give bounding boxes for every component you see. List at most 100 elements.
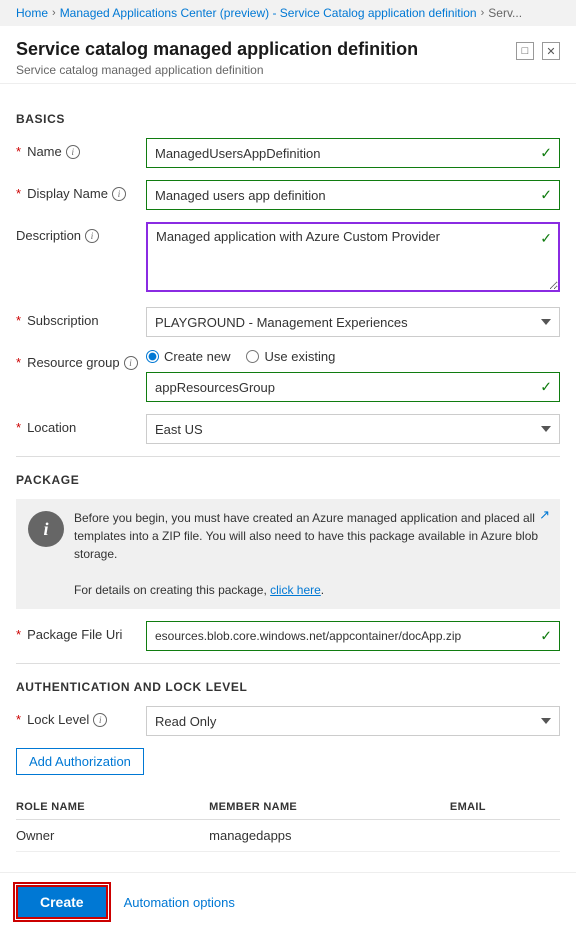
auth-table-head: ROLE NAME MEMBER NAME EMAIL [16, 795, 560, 820]
description-label-text: Description [16, 228, 81, 243]
location-field: East US [146, 414, 560, 444]
description-label: Description i [16, 222, 146, 243]
breadcrumb-managed-apps[interactable]: Managed Applications Center (preview) - … [60, 6, 477, 20]
name-info-icon[interactable]: i [66, 145, 80, 159]
page-title: Service catalog managed application defi… [16, 38, 418, 61]
minimize-button[interactable]: □ [516, 42, 534, 60]
lock-level-row: * Lock Level i Read Only [16, 706, 560, 736]
location-label: * Location [16, 414, 146, 435]
location-label-text: Location [27, 420, 76, 435]
automation-options-link[interactable]: Automation options [124, 895, 235, 910]
package-uri-label: * Package File Uri [16, 621, 146, 642]
rg-create-new-radio[interactable] [146, 350, 159, 363]
col-email: EMAIL [450, 795, 560, 820]
description-info-icon[interactable]: i [85, 229, 99, 243]
uri-required: * [16, 627, 21, 642]
window-title-block: Service catalog managed application defi… [16, 38, 418, 77]
description-row: Description i Managed application with A… [16, 222, 560, 295]
location-select[interactable]: East US [146, 414, 560, 444]
row-role-name: Owner [16, 820, 209, 852]
location-row: * Location East US [16, 414, 560, 444]
resource-group-label: * Resource group i [16, 349, 146, 370]
display-name-row: * Display Name i ✓ [16, 180, 560, 210]
rg-check-icon: ✓ [540, 379, 552, 396]
package-divider [16, 663, 560, 664]
table-row: Owner managedapps [16, 820, 560, 852]
package-uri-input[interactable] [146, 621, 560, 651]
external-link-icon[interactable]: ↗ [539, 507, 550, 523]
rg-info-icon[interactable]: i [124, 356, 138, 370]
breadcrumb-current: Serv... [488, 6, 522, 20]
name-input[interactable] [146, 138, 560, 168]
row-member-name: managedapps [209, 820, 450, 852]
rg-use-existing-label: Use existing [264, 349, 335, 364]
name-required: * [16, 144, 21, 159]
create-button[interactable]: Create [16, 885, 108, 919]
col-member-name: MEMBER NAME [209, 795, 450, 820]
display-name-info-icon[interactable]: i [112, 187, 126, 201]
row-email [450, 820, 560, 852]
display-name-input[interactable] [146, 180, 560, 210]
col-role-name: ROLE NAME [16, 795, 209, 820]
subscription-row: * Subscription PLAYGROUND - Management E… [16, 307, 560, 337]
info-box-main-text: Before you begin, you must have created … [74, 511, 538, 561]
name-label-text: Name [27, 144, 62, 159]
name-field: ✓ [146, 138, 560, 168]
breadcrumb: Home › Managed Applications Center (prev… [0, 0, 576, 26]
lock-level-field: Read Only [146, 706, 560, 736]
resource-group-field: Create new Use existing ✓ [146, 349, 560, 402]
rg-use-existing-option[interactable]: Use existing [246, 349, 335, 364]
bottom-bar: Create Automation options [0, 872, 576, 931]
rg-use-existing-radio[interactable] [246, 350, 259, 363]
display-name-check-icon: ✓ [540, 187, 552, 204]
subscription-label-text: Subscription [27, 313, 99, 328]
name-label: * Name i [16, 138, 146, 159]
info-box-text: Before you begin, you must have created … [74, 509, 548, 599]
package-uri-row: * Package File Uri ✓ [16, 621, 560, 651]
uri-input-wrapper: ✓ [146, 621, 560, 651]
lock-level-select[interactable]: Read Only [146, 706, 560, 736]
basics-divider [16, 456, 560, 457]
lock-level-label-text: Lock Level [27, 712, 89, 727]
subscription-select[interactable]: PLAYGROUND - Management Experiences [146, 307, 560, 337]
breadcrumb-sep-2: › [481, 7, 485, 19]
location-required: * [16, 420, 21, 435]
auth-section-header: AUTHENTICATION AND LOCK LEVEL [16, 680, 560, 694]
subscription-label: * Subscription [16, 307, 146, 328]
display-name-input-wrapper: ✓ [146, 180, 560, 210]
package-details-link[interactable]: click here [270, 583, 321, 597]
window-header: Service catalog managed application defi… [0, 26, 576, 84]
window-controls: □ ✕ [516, 42, 560, 60]
close-button[interactable]: ✕ [542, 42, 560, 60]
lock-level-label: * Lock Level i [16, 706, 146, 727]
auth-table-header-row: ROLE NAME MEMBER NAME EMAIL [16, 795, 560, 820]
description-input[interactable]: Managed application with Azure Custom Pr… [146, 222, 560, 292]
name-row: * Name i ✓ [16, 138, 560, 168]
description-check-icon: ✓ [540, 230, 552, 247]
package-section-header: PACKAGE [16, 473, 560, 487]
resource-group-label-text: Resource group [27, 355, 120, 370]
display-name-label-text: Display Name [27, 186, 108, 201]
resource-group-input[interactable] [146, 372, 560, 402]
page-subtitle: Service catalog managed application defi… [16, 63, 418, 77]
subscription-required: * [16, 313, 21, 328]
info-box-link-text: For details on creating this package, [74, 583, 270, 597]
auth-table-body: Owner managedapps [16, 820, 560, 852]
description-textarea-wrapper: Managed application with Azure Custom Pr… [146, 222, 560, 295]
display-name-required: * [16, 186, 21, 201]
add-authorization-button[interactable]: Add Authorization [16, 748, 144, 775]
rg-create-new-option[interactable]: Create new [146, 349, 230, 364]
breadcrumb-home[interactable]: Home [16, 6, 48, 20]
name-check-icon: ✓ [540, 145, 552, 162]
name-input-wrapper: ✓ [146, 138, 560, 168]
rg-required: * [16, 355, 21, 370]
display-name-label: * Display Name i [16, 180, 146, 201]
description-field: Managed application with Azure Custom Pr… [146, 222, 560, 295]
package-uri-label-text: Package File Uri [27, 627, 122, 642]
rg-create-new-label: Create new [164, 349, 230, 364]
lock-level-info-icon[interactable]: i [93, 713, 107, 727]
uri-check-icon: ✓ [540, 628, 552, 645]
lock-required: * [16, 712, 21, 727]
auth-table: ROLE NAME MEMBER NAME EMAIL Owner manage… [16, 795, 560, 852]
package-uri-field: ✓ [146, 621, 560, 651]
